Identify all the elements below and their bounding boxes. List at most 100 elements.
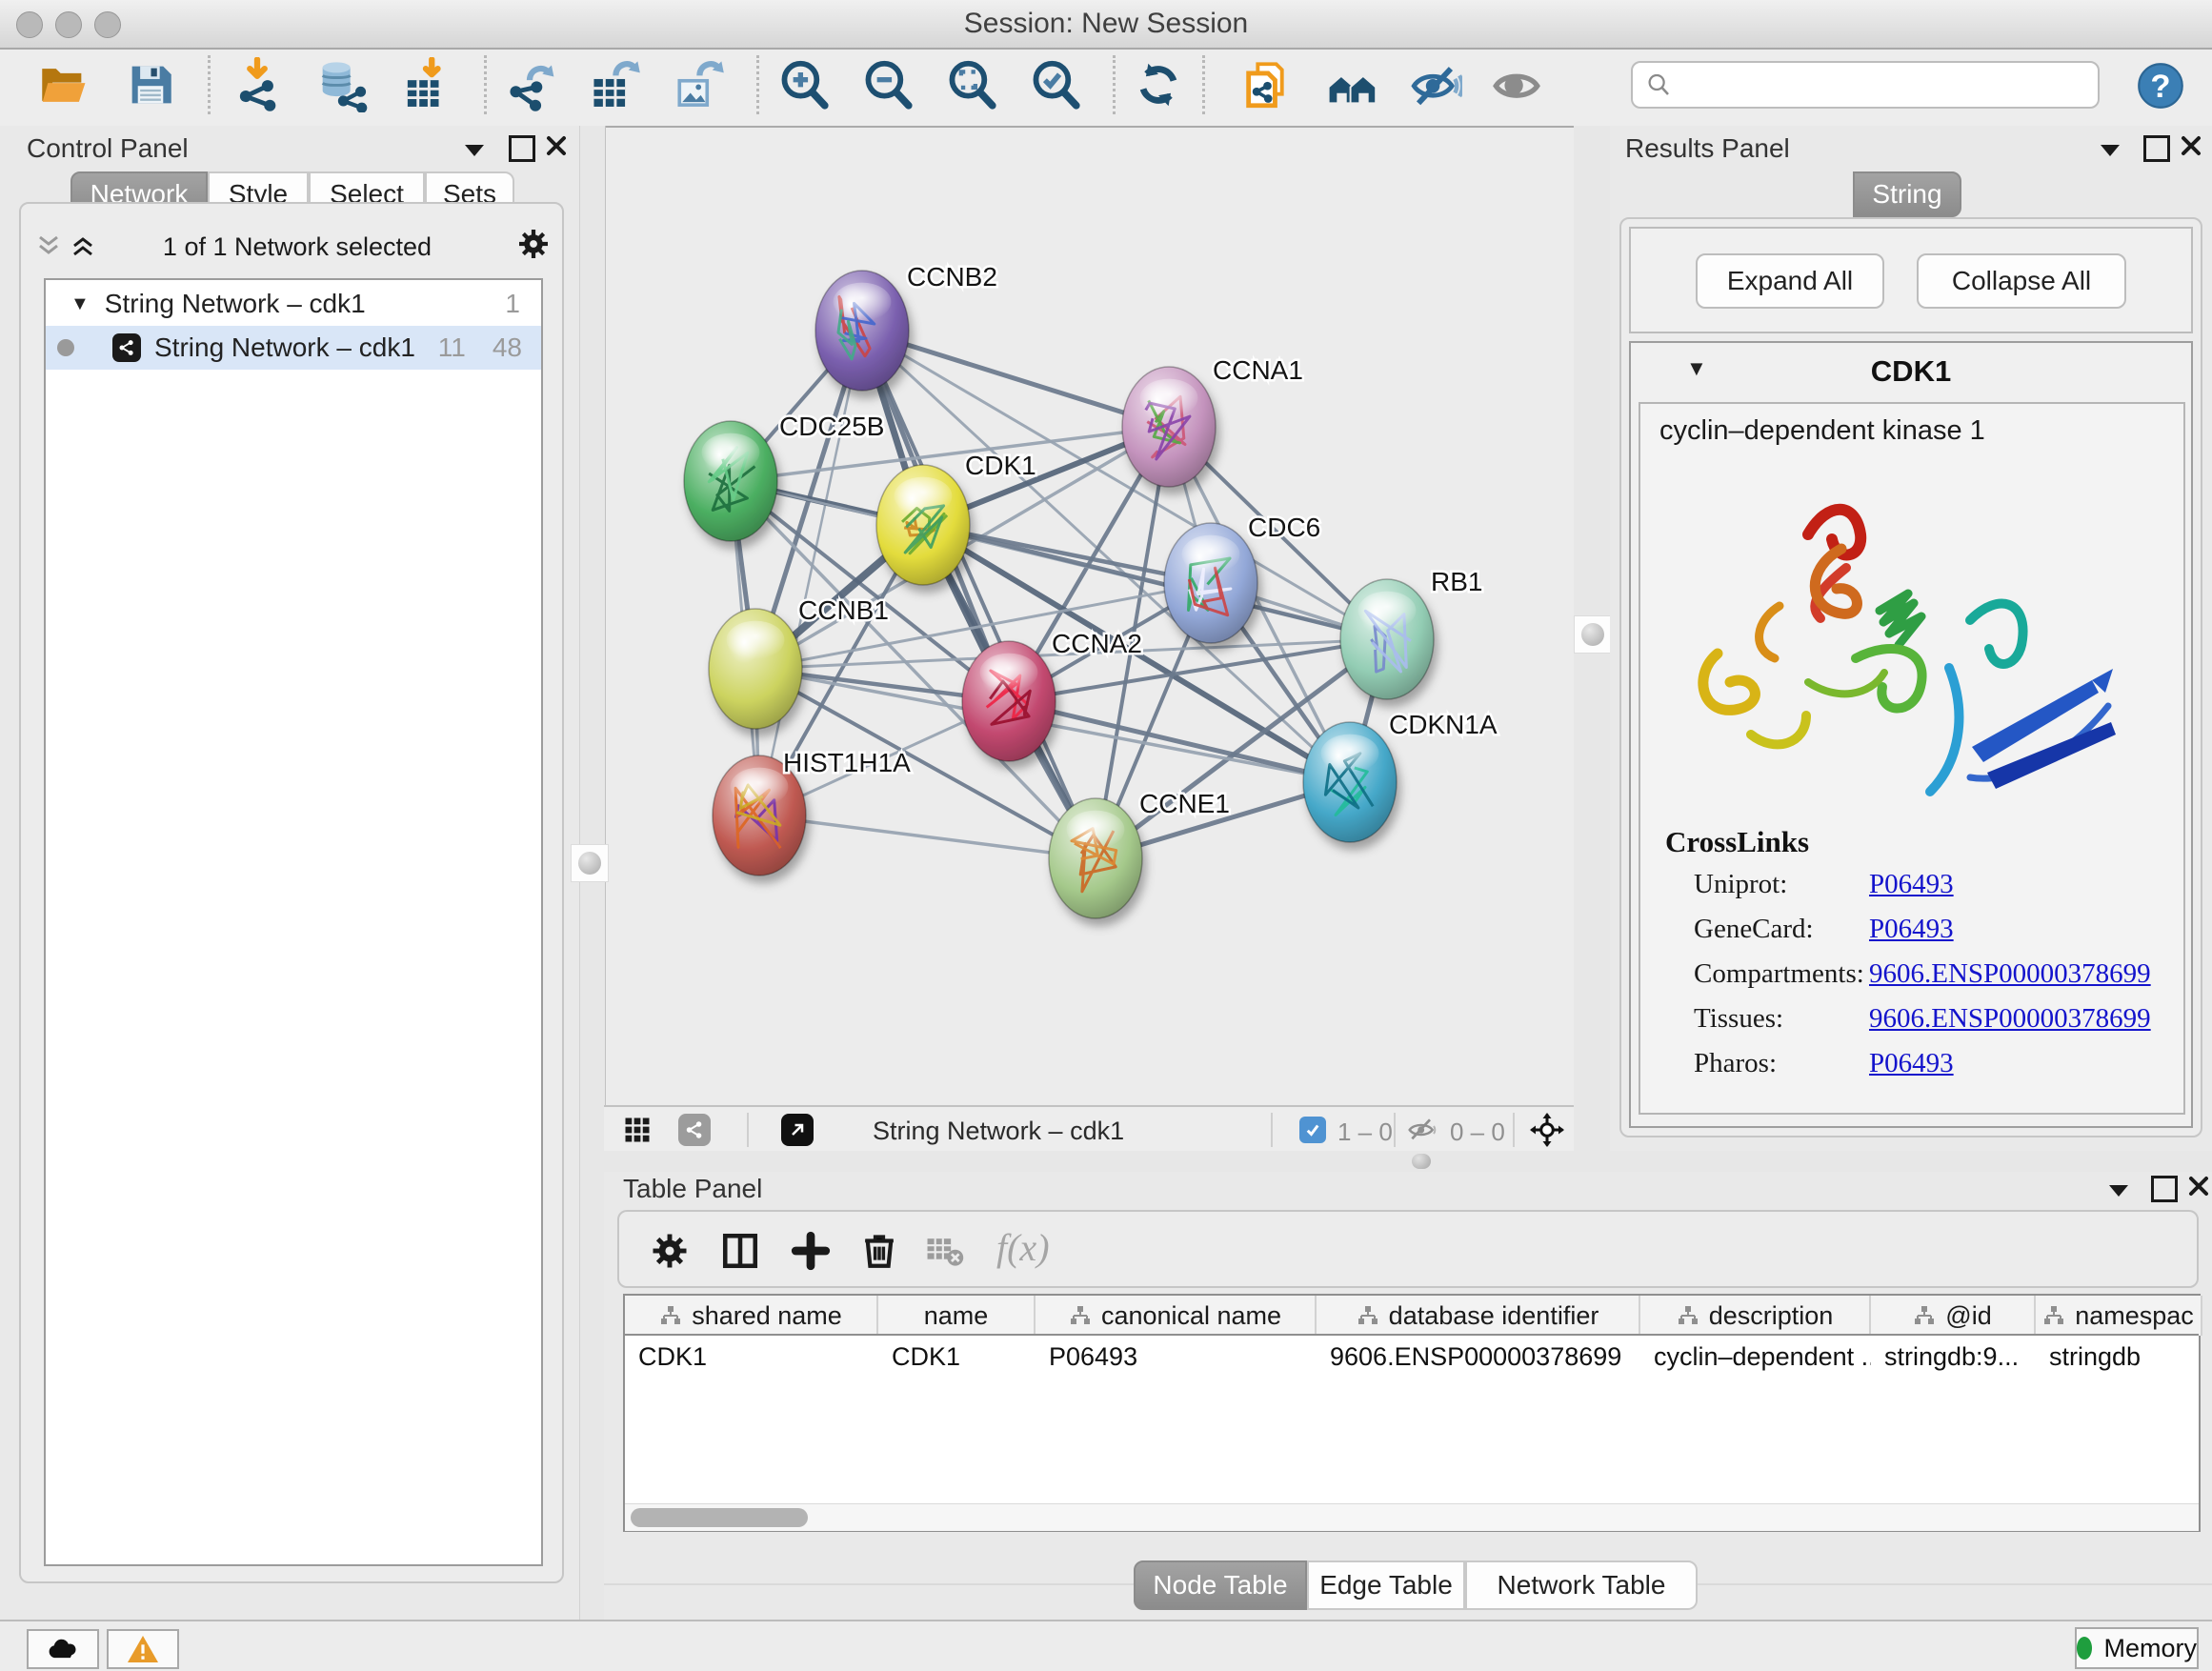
table-cell[interactable]: stringdb xyxy=(2036,1336,2202,1378)
horizontal-splitter[interactable] xyxy=(604,1151,2212,1172)
table-horizontal-scrollbar[interactable] xyxy=(625,1503,2199,1531)
expand-all-chevron-icon[interactable] xyxy=(70,234,95,257)
network-node-CDK1[interactable] xyxy=(876,465,970,585)
column-header-2[interactable]: canonical name xyxy=(1036,1296,1317,1336)
collapse-all-chevron-icon[interactable] xyxy=(36,234,61,257)
table-cell[interactable]: CDK1 xyxy=(625,1336,878,1378)
network-node-CCNB1[interactable] xyxy=(709,609,802,729)
column-header-1[interactable]: name xyxy=(878,1296,1036,1336)
hide-selected-eye-icon[interactable] xyxy=(1407,57,1462,112)
save-session-icon[interactable] xyxy=(123,57,178,112)
title-bar: Session: New Session xyxy=(0,0,2212,50)
export-network-icon[interactable] xyxy=(502,57,557,112)
table-cell[interactable]: CDK1 xyxy=(878,1336,1036,1378)
panel-menu-icon[interactable] xyxy=(2107,1183,2130,1198)
column-header-6[interactable]: namespac xyxy=(2036,1296,2202,1336)
network-node-RB1[interactable] xyxy=(1340,579,1434,699)
birds-eye-navigator-icon[interactable] xyxy=(1530,1113,1564,1147)
network-canvas[interactable]: CCNB2CCNA1CDC25BCDK1CDC6RB1CCNB1CCNA2CDK… xyxy=(604,126,1574,1105)
network-node-CCNA2[interactable] xyxy=(962,641,1056,761)
import-database-icon[interactable] xyxy=(313,57,369,112)
column-header-0[interactable]: shared name xyxy=(625,1296,878,1336)
horizontal-splitter-handle[interactable] xyxy=(1412,1154,1431,1169)
table-options-gear-icon[interactable] xyxy=(650,1231,690,1271)
zoom-selected-icon[interactable] xyxy=(1028,57,1083,112)
warnings-button[interactable] xyxy=(107,1629,179,1669)
crosslink-tissues[interactable]: 9606.ENSP00000378699 xyxy=(1869,1003,2151,1035)
close-panel-icon[interactable] xyxy=(545,134,568,157)
tree-expand-icon[interactable]: ▼ xyxy=(70,293,90,315)
tab-node-table[interactable]: Node Table xyxy=(1134,1560,1307,1610)
search-input[interactable] xyxy=(1673,70,2077,101)
delete-table-icon[interactable] xyxy=(926,1235,964,1269)
zoom-in-icon[interactable] xyxy=(776,57,832,112)
network-row[interactable]: String Network – cdk1 11 48 xyxy=(46,326,541,370)
network-node-CCNB2[interactable] xyxy=(815,271,909,391)
table-cell[interactable]: 9606.ENSP00000378699 xyxy=(1317,1336,1640,1378)
left-splitter-handle[interactable] xyxy=(571,844,609,882)
close-panel-icon[interactable] xyxy=(2180,134,2202,157)
export-table-icon[interactable] xyxy=(586,57,641,112)
collapse-all-button[interactable]: Collapse All xyxy=(1917,253,2126,309)
tab-string[interactable]: String xyxy=(1853,171,1961,217)
network-node-CDKN1A[interactable] xyxy=(1303,722,1397,842)
network-node-CCNA1[interactable] xyxy=(1122,367,1216,487)
show-all-eye-icon[interactable] xyxy=(1489,57,1544,112)
network-status-dot xyxy=(57,339,74,356)
gene-details: cyclin–dependent kinase 1 xyxy=(1639,402,2185,1115)
network-edge-CCNA2-CDKN1A[interactable] xyxy=(1009,701,1350,782)
tab-network-table[interactable]: Network Table xyxy=(1465,1560,1698,1610)
close-panel-icon[interactable] xyxy=(2187,1175,2210,1198)
network-selection-status: 1 of 1 Network selected xyxy=(107,232,488,262)
column-header-3[interactable]: database identifier xyxy=(1317,1296,1640,1336)
network-collection-row[interactable]: ▼ String Network – cdk1 1 xyxy=(46,282,541,326)
column-header-5[interactable]: @id xyxy=(1871,1296,2036,1336)
refresh-icon[interactable] xyxy=(1131,57,1186,112)
export-image-icon[interactable] xyxy=(670,57,725,112)
expand-all-button[interactable]: Expand All xyxy=(1696,253,1884,309)
panel-menu-icon[interactable] xyxy=(2099,143,2122,158)
crosslink-pharos[interactable]: P06493 xyxy=(1869,1048,1954,1079)
network-options-gear-icon[interactable] xyxy=(516,227,551,261)
zoom-out-icon[interactable] xyxy=(860,57,915,112)
node-label-HIST1H1A: HIST1H1A xyxy=(783,748,911,777)
float-panel-icon[interactable] xyxy=(2151,1176,2178,1202)
search-field[interactable] xyxy=(1631,61,2100,109)
network-node-CDC25B[interactable] xyxy=(684,421,777,541)
selected-checkbox[interactable] xyxy=(1299,1117,1326,1143)
float-panel-icon[interactable] xyxy=(509,135,535,162)
column-header-4[interactable]: description xyxy=(1640,1296,1871,1336)
tab-edge-table[interactable]: Edge Table xyxy=(1307,1560,1465,1610)
table-cell[interactable]: P06493 xyxy=(1036,1336,1317,1378)
import-table-icon[interactable] xyxy=(397,57,452,112)
panel-menu-icon[interactable] xyxy=(463,143,486,158)
help-icon[interactable]: ? xyxy=(2136,61,2185,111)
first-neighbors-icon[interactable] xyxy=(1325,57,1380,112)
protein-structure-image xyxy=(1665,463,2161,815)
network-node-CCNE1[interactable] xyxy=(1049,798,1142,918)
import-network-icon[interactable] xyxy=(230,57,285,112)
table-cell[interactable]: cyclin–dependent ... xyxy=(1640,1336,1871,1378)
network-edge-CCNB2-CCNE1[interactable] xyxy=(862,331,1096,858)
memory-button[interactable]: Memory xyxy=(2075,1627,2199,1669)
scrollbar-thumb[interactable] xyxy=(631,1508,808,1527)
crosslink-compartments[interactable]: 9606.ENSP00000378699 xyxy=(1869,958,2151,990)
right-splitter-handle[interactable] xyxy=(1574,615,1612,654)
grid-view-icon[interactable] xyxy=(623,1116,652,1144)
crosslink-uniprot[interactable]: P06493 xyxy=(1869,869,1954,900)
open-session-icon[interactable] xyxy=(35,57,90,112)
crosslink-genecard[interactable]: P06493 xyxy=(1869,914,1954,945)
zoom-fit-icon[interactable] xyxy=(944,57,999,112)
open-in-window-icon[interactable] xyxy=(781,1114,814,1146)
status-bar: Memory xyxy=(0,1620,2212,1671)
network-node-CDC6[interactable] xyxy=(1164,523,1257,643)
cloud-button[interactable] xyxy=(27,1629,99,1669)
share-view-icon[interactable] xyxy=(678,1114,711,1146)
table-cell[interactable]: stringdb:9... xyxy=(1871,1336,2036,1378)
split-panel-icon[interactable] xyxy=(720,1231,760,1271)
network-edge-HIST1H1A-CCNE1[interactable] xyxy=(759,815,1096,858)
delete-column-icon[interactable] xyxy=(859,1231,899,1271)
duplicate-network-icon[interactable] xyxy=(1239,57,1295,112)
add-column-icon[interactable] xyxy=(791,1231,831,1271)
float-panel-icon[interactable] xyxy=(2143,135,2170,162)
